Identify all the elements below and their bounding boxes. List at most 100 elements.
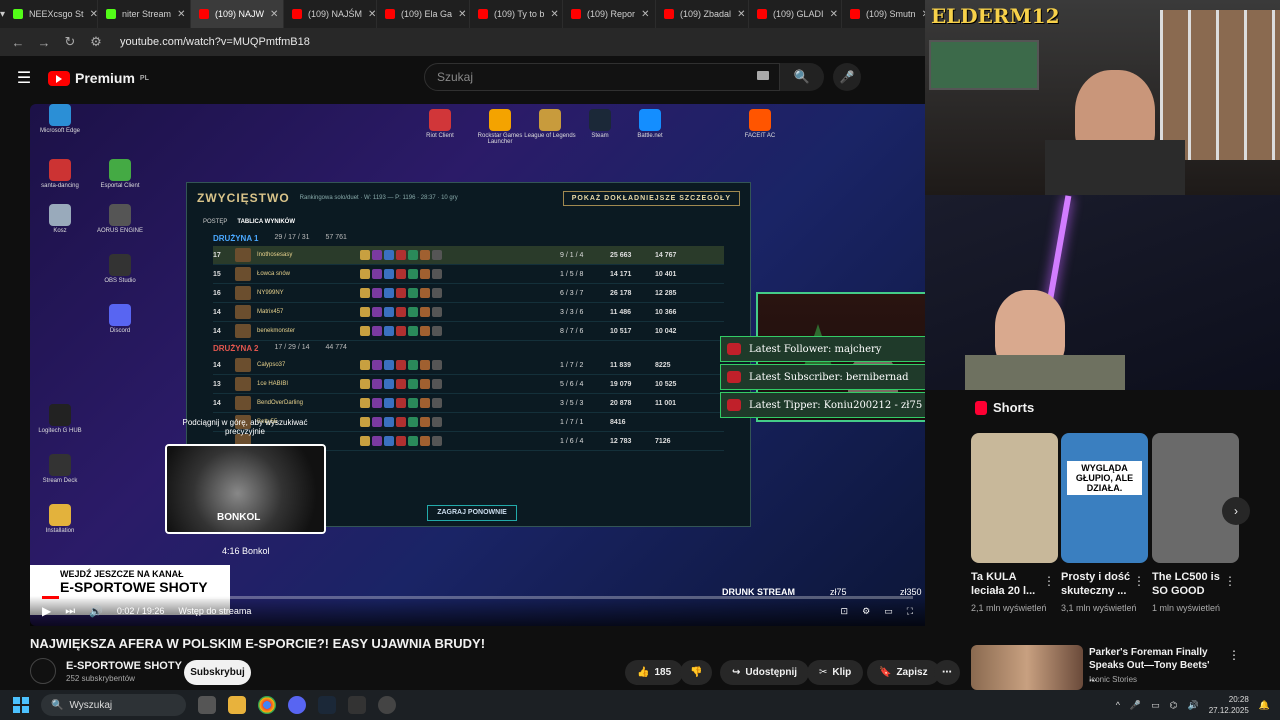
forward-icon[interactable]: →	[36, 35, 52, 50]
short-more-icon[interactable]: ⋮	[1043, 574, 1055, 588]
subtitles-icon[interactable]: ⊡	[841, 606, 849, 617]
tab-scoreboard[interactable]: TABLICA WYNIKÓW	[237, 219, 295, 225]
browser-tab[interactable]: (109) Repor ✕	[563, 0, 657, 28]
player-row[interactable]: 17 Inothosesasy 9 / 1 / 4 25 663 14 767	[213, 246, 724, 265]
chapter-label[interactable]: Wstęp do streama	[178, 606, 251, 616]
subscribe-button[interactable]: Subskrybuj	[184, 660, 251, 685]
save-button[interactable]: 🔖 Zapisz	[867, 660, 940, 685]
desktop-icon[interactable]: AORUS ENGINE	[90, 204, 150, 234]
play-again-button[interactable]: ZAGRAJ PONOWNIE	[427, 505, 517, 521]
close-tab-icon[interactable]: ✕	[458, 9, 466, 20]
desktop-icon[interactable]: santa-dancing	[30, 159, 90, 189]
file-explorer-icon[interactable]	[228, 696, 246, 714]
player-row[interactable]: 14 Calypso37 1 / 7 / 2 11 839 8225	[213, 356, 724, 375]
back-icon[interactable]: ←	[10, 35, 26, 50]
close-tab-icon[interactable]: ✕	[830, 9, 838, 20]
volume-tray-icon[interactable]: 🔊	[1188, 700, 1199, 711]
recommended-more-icon[interactable]: ⋮	[1228, 648, 1240, 662]
share-button[interactable]: ↪ Udostępnij	[720, 660, 810, 685]
taskbar-search[interactable]: 🔍 Wyszukaj	[41, 694, 186, 716]
close-tab-icon[interactable]: ✕	[177, 9, 185, 20]
voice-search-button[interactable]: 🎤	[833, 63, 861, 91]
desktop-icon[interactable]: Logitech G HUB	[30, 404, 90, 434]
close-tab-icon[interactable]: ✕	[368, 9, 376, 20]
desktop-icon[interactable]: Kosz	[30, 204, 90, 234]
xbox-icon[interactable]	[348, 696, 366, 714]
short-thumbnail[interactable]	[971, 433, 1058, 563]
player-row[interactable]: 14 benekmonster 8 / 7 / 6 10 517 10 042	[213, 322, 724, 341]
channel-avatar[interactable]	[30, 658, 56, 684]
settings-icon[interactable]: ⚙	[862, 606, 870, 617]
like-button[interactable]: 👍 185	[625, 660, 684, 685]
search-button[interactable]: 🔍	[780, 63, 824, 91]
desktop-icon[interactable]: Riot Client	[410, 109, 470, 139]
short-title[interactable]: Ta KULA leciała 20 l...	[971, 570, 1051, 598]
close-tab-icon[interactable]: ✕	[737, 9, 745, 20]
search-input[interactable]: Szukaj	[424, 63, 780, 91]
player-row[interactable]: 14 Matrix457 3 / 3 / 6 11 486 10 366	[213, 303, 724, 322]
browser-tab[interactable]: (109) NAJW ✕	[191, 0, 285, 28]
desktop-icon[interactable]: OBS Studio	[90, 254, 150, 284]
menu-icon[interactable]: ☰	[0, 68, 48, 88]
desktop-icon[interactable]: Stream Deck	[30, 454, 90, 484]
mic-tray-icon[interactable]: 🎤	[1130, 700, 1141, 711]
miniplayer-icon[interactable]: ▭	[884, 606, 893, 617]
desktop-icon[interactable]: Battle.net	[620, 109, 680, 139]
close-tab-icon[interactable]: ✕	[270, 9, 278, 20]
shorts-next-button[interactable]: ›	[1222, 497, 1250, 525]
task-view-icon[interactable]	[198, 696, 216, 714]
short-thumbnail[interactable]	[1152, 433, 1239, 563]
browser-tab[interactable]: (109) Zbadal ✕	[656, 0, 750, 28]
player-row[interactable]: 13 1ce HABIBI 5 / 6 / 4 19 079 10 525	[213, 375, 724, 394]
notifications-icon[interactable]: 🔔	[1259, 700, 1270, 711]
video-player[interactable]: Microsoft Edge santa-dancing Kosz Logitech …	[30, 104, 925, 626]
desktop-icon[interactable]: FACEIT AC	[730, 109, 790, 139]
windows-start-icon[interactable]	[13, 697, 29, 713]
short-title[interactable]: Prosty i dość skuteczny ...	[1061, 570, 1141, 598]
recommended-thumbnail[interactable]	[971, 645, 1083, 690]
steam-icon[interactable]	[318, 696, 336, 714]
desktop-icon[interactable]: Installation	[30, 504, 90, 534]
browser-tab[interactable]: NEEXcsgo St ✕	[5, 0, 99, 28]
browser-tab[interactable]: (109) GLADI ✕	[749, 0, 843, 28]
short-thumbnail[interactable]: WYGLĄDA GŁUPIO, ALE DZIAŁA.	[1061, 433, 1148, 563]
volume-icon[interactable]: 🔊	[89, 605, 103, 618]
browser-tab[interactable]: (109) Ela Ga ✕	[377, 0, 471, 28]
short-title[interactable]: The LC500 is SO GOOD	[1152, 570, 1232, 598]
obs-icon[interactable]	[378, 696, 396, 714]
reload-icon[interactable]: ↻	[62, 34, 78, 50]
url-field[interactable]: youtube.com/watch?v=MUQPmtfmB18	[120, 36, 310, 48]
close-tab-icon[interactable]: ✕	[641, 9, 649, 20]
browser-tab[interactable]: (109) NAJŚM ✕	[284, 0, 378, 28]
site-info-icon[interactable]: ⚙	[88, 34, 104, 50]
display-tray-icon[interactable]: ▭	[1151, 700, 1160, 711]
close-tab-icon[interactable]: ✕	[550, 9, 558, 20]
fullscreen-icon[interactable]: ⛶	[907, 606, 913, 617]
play-icon[interactable]: ▶	[42, 604, 51, 618]
clip-button[interactable]: ✂ Klip	[807, 660, 864, 685]
player-row[interactable]: 16 NY999NY 6 / 3 / 7 26 178 12 285	[213, 284, 724, 303]
browser-tab[interactable]: (109) Smutn✕	[842, 0, 936, 28]
recommended-channel[interactable]: Iconic Stories	[1089, 675, 1137, 684]
chrome-icon[interactable]	[258, 696, 276, 714]
desktop-icon[interactable]: Esportal Client	[90, 159, 150, 189]
player-row[interactable]: 14 BendOverDarling 3 / 5 / 3 20 878 11 001	[213, 394, 724, 413]
desktop-icon[interactable]: Microsoft Edge	[30, 104, 90, 134]
taskbar-clock[interactable]: 20:28 27.12.2025	[1209, 694, 1249, 716]
discord-icon[interactable]	[288, 696, 306, 714]
youtube-logo[interactable]: Premium PL	[48, 70, 149, 86]
short-more-icon[interactable]: ⋮	[1133, 574, 1145, 588]
browser-tab[interactable]: niter Stream ✕	[98, 0, 192, 28]
keyboard-icon[interactable]	[757, 71, 769, 80]
short-more-icon[interactable]: ⋮	[1224, 574, 1236, 588]
next-icon[interactable]: ⏭	[65, 605, 75, 618]
close-tab-icon[interactable]: ✕	[90, 9, 97, 20]
channel-name[interactable]: E-SPORTOWE SHOTY	[66, 660, 182, 672]
tab-progress[interactable]: POSTĘP	[203, 219, 227, 225]
progress-bar[interactable]	[42, 596, 913, 599]
tray-chevron-icon[interactable]: ^	[1116, 700, 1120, 710]
details-button[interactable]: POKAŻ DOKŁADNIEJSZE SZCZEGÓŁY	[562, 190, 740, 206]
network-icon[interactable]: ⌬	[1170, 700, 1178, 711]
player-row[interactable]: 15 Łowca snów 1 / 5 / 8 14 171 10 401	[213, 265, 724, 284]
more-actions-button[interactable]: ⋯	[934, 660, 960, 685]
